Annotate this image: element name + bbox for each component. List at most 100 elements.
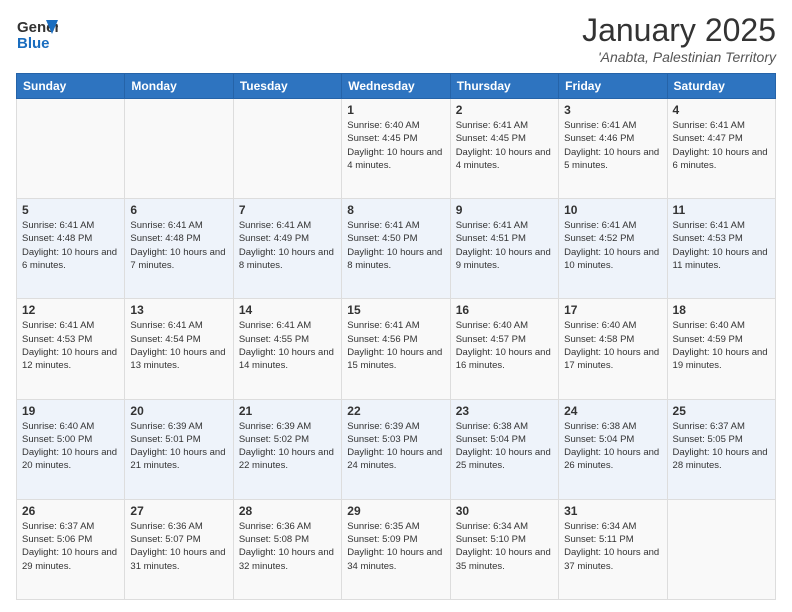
calendar-cell: 31 Sunrise: 6:34 AM Sunset: 5:11 PM Dayli…	[559, 499, 667, 599]
calendar-cell: 19 Sunrise: 6:40 AM Sunset: 5:00 PM Dayli…	[17, 399, 125, 499]
header-friday: Friday	[559, 74, 667, 99]
day-info: Sunrise: 6:35 AM Sunset: 5:09 PM Dayligh…	[347, 520, 444, 573]
header-monday: Monday	[125, 74, 233, 99]
title-section: January 2025 'Anabta, Palestinian Territ…	[582, 12, 776, 65]
day-number: 27	[130, 504, 227, 518]
day-info: Sunrise: 6:36 AM Sunset: 5:08 PM Dayligh…	[239, 520, 336, 573]
day-number: 24	[564, 404, 661, 418]
logo-icon: General Blue	[16, 12, 58, 54]
calendar-cell	[125, 99, 233, 199]
day-number: 8	[347, 203, 444, 217]
day-info: Sunrise: 6:41 AM Sunset: 4:45 PM Dayligh…	[456, 119, 553, 172]
header-sunday: Sunday	[17, 74, 125, 99]
day-number: 18	[673, 303, 770, 317]
calendar-cell: 16Sunrise: 6:40 AM Sunset: 4:57 PM Dayli…	[450, 299, 558, 399]
calendar-cell: 11 Sunrise: 6:41 AM Sunset: 4:53 PM Dayli…	[667, 199, 775, 299]
day-number: 30	[456, 504, 553, 518]
day-info: Sunrise: 6:41 AM Sunset: 4:46 PM Dayligh…	[564, 119, 661, 172]
calendar-cell: 22 Sunrise: 6:39 AM Sunset: 5:03 PM Dayli…	[342, 399, 450, 499]
day-info: Sunrise: 6:40 AM Sunset: 5:00 PM Dayligh…	[22, 420, 119, 473]
day-number: 28	[239, 504, 336, 518]
day-info: Sunrise: 6:41 AM Sunset: 4:49 PM Dayligh…	[239, 219, 336, 272]
calendar-cell	[233, 99, 341, 199]
day-info: Sunrise: 6:41 AM Sunset: 4:51 PM Dayligh…	[456, 219, 553, 272]
calendar-cell: 20 Sunrise: 6:39 AM Sunset: 5:01 PM Dayli…	[125, 399, 233, 499]
day-info: Sunrise: 6:41 AM Sunset: 4:53 PM Dayligh…	[22, 319, 119, 372]
main-title: January 2025	[582, 12, 776, 49]
day-info: Sunrise: 6:38 AM Sunset: 5:04 PM Dayligh…	[456, 420, 553, 473]
calendar-cell: 28 Sunrise: 6:36 AM Sunset: 5:08 PM Dayli…	[233, 499, 341, 599]
header-wednesday: Wednesday	[342, 74, 450, 99]
day-info: Sunrise: 6:40 AM Sunset: 4:59 PM Dayligh…	[673, 319, 770, 372]
day-number: 3	[564, 103, 661, 117]
day-number: 20	[130, 404, 227, 418]
day-number: 26	[22, 504, 119, 518]
calendar-week-row-5: 26Sunrise: 6:37 AM Sunset: 5:06 PM Dayli…	[17, 499, 776, 599]
day-number: 13	[130, 303, 227, 317]
day-number: 5	[22, 203, 119, 217]
day-number: 7	[239, 203, 336, 217]
day-info: Sunrise: 6:40 AM Sunset: 4:58 PM Dayligh…	[564, 319, 661, 372]
calendar-cell: 9 Sunrise: 6:41 AM Sunset: 4:51 PM Daylig…	[450, 199, 558, 299]
day-number: 9	[456, 203, 553, 217]
calendar-cell: 4 Sunrise: 6:41 AM Sunset: 4:47 PM Daylig…	[667, 99, 775, 199]
calendar-cell: 12 Sunrise: 6:41 AM Sunset: 4:53 PM Dayli…	[17, 299, 125, 399]
day-number: 17	[564, 303, 661, 317]
day-number: 4	[673, 103, 770, 117]
header-saturday: Saturday	[667, 74, 775, 99]
day-number: 1	[347, 103, 444, 117]
day-info: Sunrise: 6:41 AM Sunset: 4:55 PM Dayligh…	[239, 319, 336, 372]
day-number: 19	[22, 404, 119, 418]
day-number: 25	[673, 404, 770, 418]
day-info: Sunrise: 6:41 AM Sunset: 4:54 PM Dayligh…	[130, 319, 227, 372]
day-number: 2	[456, 103, 553, 117]
calendar-cell: 29 Sunrise: 6:35 AM Sunset: 5:09 PM Dayli…	[342, 499, 450, 599]
svg-text:Blue: Blue	[17, 35, 50, 52]
calendar-cell: 24 Sunrise: 6:38 AM Sunset: 5:04 PM Dayli…	[559, 399, 667, 499]
day-number: 23	[456, 404, 553, 418]
calendar-week-row-2: 5Sunrise: 6:41 AM Sunset: 4:48 PM Daylig…	[17, 199, 776, 299]
day-info: Sunrise: 6:37 AM Sunset: 5:05 PM Dayligh…	[673, 420, 770, 473]
day-info: Sunrise: 6:34 AM Sunset: 5:11 PM Dayligh…	[564, 520, 661, 573]
page: General Blue January 2025 'Anabta, Pales…	[0, 0, 792, 612]
day-info: Sunrise: 6:39 AM Sunset: 5:01 PM Dayligh…	[130, 420, 227, 473]
calendar-table: Sunday Monday Tuesday Wednesday Thursday…	[16, 73, 776, 600]
day-info: Sunrise: 6:40 AM Sunset: 4:45 PM Dayligh…	[347, 119, 444, 172]
calendar-cell: 30 Sunrise: 6:34 AM Sunset: 5:10 PM Dayli…	[450, 499, 558, 599]
day-info: Sunrise: 6:41 AM Sunset: 4:52 PM Dayligh…	[564, 219, 661, 272]
day-number: 31	[564, 504, 661, 518]
subtitle: 'Anabta, Palestinian Territory	[582, 49, 776, 65]
day-number: 16	[456, 303, 553, 317]
day-info: Sunrise: 6:39 AM Sunset: 5:03 PM Dayligh…	[347, 420, 444, 473]
day-info: Sunrise: 6:38 AM Sunset: 5:04 PM Dayligh…	[564, 420, 661, 473]
calendar-cell: 13 Sunrise: 6:41 AM Sunset: 4:54 PM Dayli…	[125, 299, 233, 399]
calendar-cell	[667, 499, 775, 599]
day-number: 11	[673, 203, 770, 217]
calendar-week-row-1: 1 Sunrise: 6:40 AM Sunset: 4:45 PM Daylig…	[17, 99, 776, 199]
calendar-cell: 3 Sunrise: 6:41 AM Sunset: 4:46 PM Daylig…	[559, 99, 667, 199]
day-info: Sunrise: 6:39 AM Sunset: 5:02 PM Dayligh…	[239, 420, 336, 473]
header-tuesday: Tuesday	[233, 74, 341, 99]
day-number: 29	[347, 504, 444, 518]
day-info: Sunrise: 6:41 AM Sunset: 4:56 PM Dayligh…	[347, 319, 444, 372]
day-number: 22	[347, 404, 444, 418]
calendar-cell	[17, 99, 125, 199]
day-info: Sunrise: 6:41 AM Sunset: 4:53 PM Dayligh…	[673, 219, 770, 272]
day-info: Sunrise: 6:41 AM Sunset: 4:50 PM Dayligh…	[347, 219, 444, 272]
day-info: Sunrise: 6:41 AM Sunset: 4:47 PM Dayligh…	[673, 119, 770, 172]
weekday-header-row: Sunday Monday Tuesday Wednesday Thursday…	[17, 74, 776, 99]
calendar-cell: 10 Sunrise: 6:41 AM Sunset: 4:52 PM Dayli…	[559, 199, 667, 299]
header-thursday: Thursday	[450, 74, 558, 99]
calendar-cell: 18 Sunrise: 6:40 AM Sunset: 4:59 PM Dayli…	[667, 299, 775, 399]
day-number: 12	[22, 303, 119, 317]
calendar-cell: 6Sunrise: 6:41 AM Sunset: 4:48 PM Daylig…	[125, 199, 233, 299]
calendar-cell: 25 Sunrise: 6:37 AM Sunset: 5:05 PM Dayli…	[667, 399, 775, 499]
calendar-cell: 21Sunrise: 6:39 AM Sunset: 5:02 PM Dayli…	[233, 399, 341, 499]
day-number: 15	[347, 303, 444, 317]
logo: General Blue	[16, 12, 58, 54]
calendar-cell: 15 Sunrise: 6:41 AM Sunset: 4:56 PM Dayli…	[342, 299, 450, 399]
calendar-cell: 23 Sunrise: 6:38 AM Sunset: 5:04 PM Dayli…	[450, 399, 558, 499]
day-number: 10	[564, 203, 661, 217]
day-info: Sunrise: 6:34 AM Sunset: 5:10 PM Dayligh…	[456, 520, 553, 573]
calendar-week-row-4: 19 Sunrise: 6:40 AM Sunset: 5:00 PM Dayli…	[17, 399, 776, 499]
